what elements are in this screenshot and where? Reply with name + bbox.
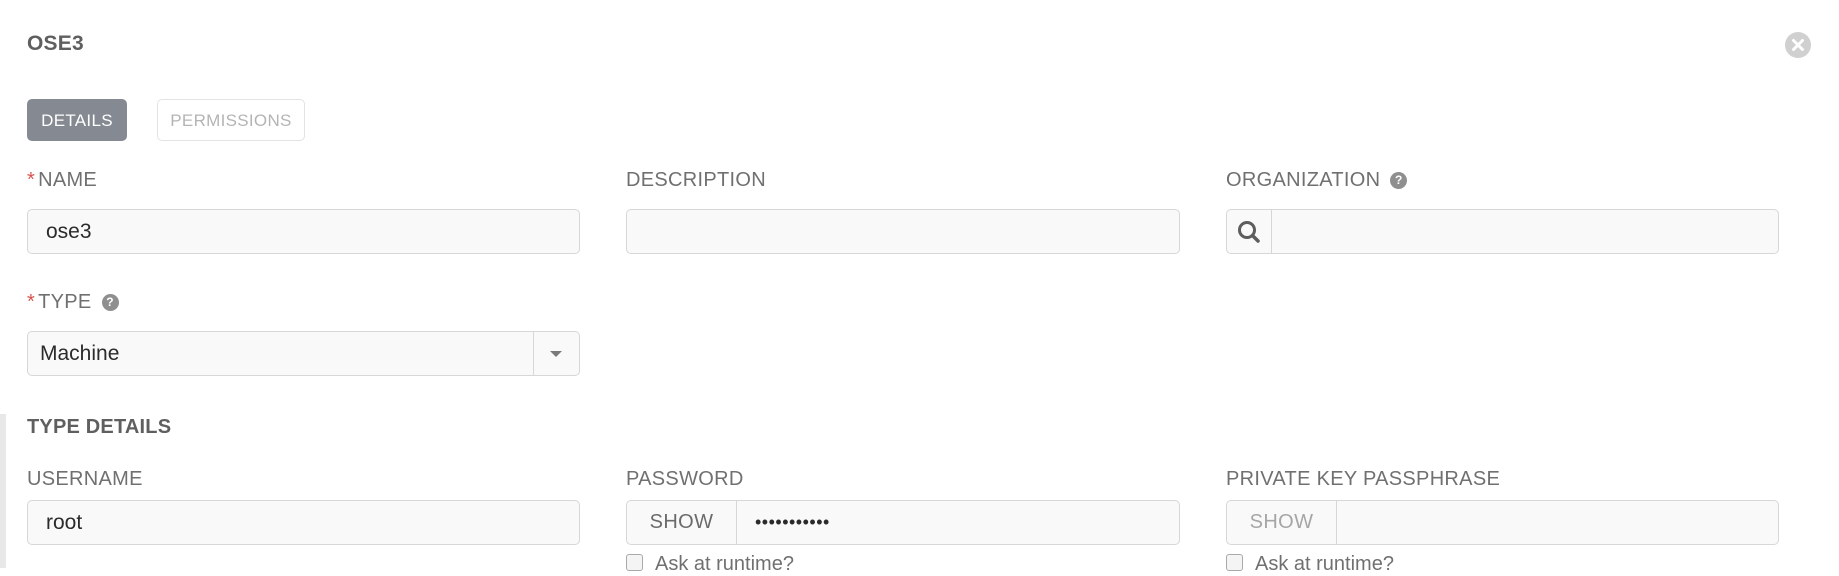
username-label: USERNAME: [27, 468, 143, 490]
close-button[interactable]: [1785, 32, 1811, 58]
password-ask-runtime: Ask at runtime?: [626, 553, 794, 576]
required-asterisk: *: [27, 291, 36, 313]
password-ask-runtime-label: Ask at runtime?: [655, 553, 794, 575]
password-input[interactable]: •••••••••••: [737, 501, 1179, 544]
type-select-value: Machine: [40, 342, 120, 365]
caret-down-icon: [550, 351, 562, 357]
tab-details[interactable]: DETAILS: [27, 99, 127, 141]
section-indicator: [0, 414, 6, 568]
modal-title: OSE3: [27, 32, 84, 55]
required-asterisk: *: [27, 169, 36, 191]
question-circle-icon[interactable]: ?: [101, 294, 119, 311]
passphrase-ask-runtime-label: Ask at runtime?: [1255, 553, 1394, 575]
passphrase-field: SHOW: [1226, 500, 1779, 545]
type-select[interactable]: Machine: [27, 331, 580, 376]
password-ask-runtime-checkbox[interactable]: [626, 554, 643, 571]
password-show-button[interactable]: SHOW: [627, 501, 737, 544]
passphrase-ask-runtime: Ask at runtime?: [1226, 553, 1394, 576]
organization-lookup: [1226, 209, 1779, 254]
type-label: * TYPE?: [27, 291, 119, 314]
passphrase-show-button[interactable]: SHOW: [1227, 501, 1337, 544]
search-icon: [1238, 221, 1260, 243]
organization-input[interactable]: [1272, 210, 1778, 253]
close-icon: [1792, 39, 1804, 51]
name-label: * NAME: [27, 169, 98, 191]
password-field: SHOW •••••••••••: [626, 500, 1180, 545]
organization-search-button[interactable]: [1227, 210, 1272, 253]
username-input[interactable]: root: [27, 500, 580, 545]
passphrase-label: PRIVATE KEY PASSPHRASE: [1226, 468, 1501, 490]
description-input[interactable]: [626, 209, 1180, 254]
passphrase-input[interactable]: [1337, 501, 1778, 544]
type-details-title: TYPE DETAILS: [27, 416, 172, 438]
tab-permissions[interactable]: PERMISSIONS: [157, 99, 305, 141]
type-select-toggle[interactable]: [533, 332, 579, 375]
passphrase-ask-runtime-checkbox[interactable]: [1226, 554, 1243, 571]
question-circle-icon[interactable]: ?: [1390, 172, 1408, 189]
password-label: PASSWORD: [626, 468, 744, 490]
organization-label: ORGANIZATION?: [1226, 169, 1408, 192]
description-label: DESCRIPTION: [626, 169, 766, 191]
name-input[interactable]: ose3: [27, 209, 580, 254]
